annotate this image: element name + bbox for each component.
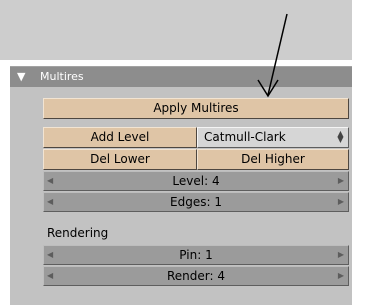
multires-panel-header[interactable]: ▼ Multires	[10, 66, 352, 87]
edges-value: Edges: 1	[170, 195, 222, 209]
pin-field[interactable]: ◀ Pin: 1 ▶	[43, 245, 349, 265]
add-level-button[interactable]: Add Level	[43, 127, 197, 148]
arrow-left-icon[interactable]: ◀	[47, 193, 53, 211]
subdivision-type-value: Catmull-Clark	[204, 130, 286, 144]
arrow-right-icon[interactable]: ▶	[338, 246, 344, 264]
triangle-down-icon[interactable]: ▼	[17, 70, 25, 84]
del-higher-button[interactable]: Del Higher	[197, 149, 349, 170]
arrow-right-icon[interactable]: ▶	[338, 193, 344, 211]
arrow-left-icon[interactable]: ◀	[47, 246, 53, 264]
apply-multires-button[interactable]: Apply Multires	[43, 98, 349, 119]
panel-title: Multires	[40, 70, 84, 83]
arrow-right-icon[interactable]: ▶	[338, 267, 344, 285]
arrow-right-icon[interactable]: ▶	[338, 172, 344, 190]
render-value: Render: 4	[166, 269, 225, 283]
level-value: Level: 4	[172, 174, 220, 188]
arrow-left-icon[interactable]: ◀	[47, 267, 53, 285]
subdivision-type-menu[interactable]: Catmull-Clark ▲ ▼	[197, 127, 349, 148]
del-lower-button[interactable]: Del Lower	[43, 149, 197, 170]
window-background	[0, 0, 352, 60]
edges-field[interactable]: ◀ Edges: 1 ▶	[43, 192, 349, 212]
window-edge	[352, 0, 372, 305]
arrow-left-icon[interactable]: ◀	[47, 172, 53, 190]
up-down-stepper-icon: ▲ ▼	[337, 129, 344, 144]
pin-value: Pin: 1	[179, 248, 213, 262]
render-field[interactable]: ◀ Render: 4 ▶	[43, 266, 349, 286]
level-field[interactable]: ◀ Level: 4 ▶	[43, 171, 349, 191]
rendering-section-label: Rendering	[47, 226, 109, 240]
